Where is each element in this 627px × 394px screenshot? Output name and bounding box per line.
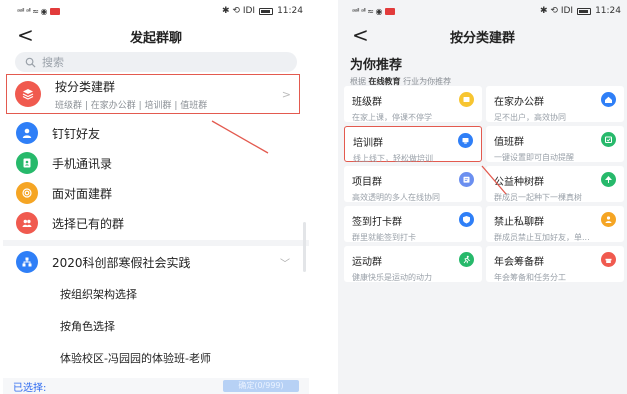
chevron-right-icon: > bbox=[281, 88, 291, 101]
status-right: ✱ ⟲ ⅠDⅠ 11:24 bbox=[540, 6, 621, 16]
group-type-card[interactable]: 值班群一键设置即可自动提醒 bbox=[486, 126, 624, 162]
section-divider bbox=[3, 240, 309, 246]
back-button[interactable]: < bbox=[352, 24, 369, 46]
nav-bar: < 按分类建群 bbox=[338, 22, 627, 50]
tree-icon bbox=[601, 172, 616, 187]
org-label: 2020科创部寒假社会实践 bbox=[52, 255, 191, 270]
group-type-card[interactable]: 运动群健康快乐是运动的动力 bbox=[344, 246, 482, 282]
category-subtitle: 班级群 | 在家办公群 | 培训群 | 值班群 bbox=[55, 100, 208, 111]
org-item[interactable]: 2020科创部寒假社会实践 ﹀ bbox=[6, 248, 300, 276]
category-group-item[interactable]: 按分类建群 班级群 | 在家办公群 | 培训群 | 值班群 > bbox=[6, 74, 300, 114]
card-description: 在家上课，停课不停学 bbox=[352, 113, 432, 122]
battery-icon bbox=[577, 7, 592, 15]
card-description: 高效透明的多人在线协同 bbox=[352, 193, 440, 202]
card-title: 培训群 bbox=[353, 138, 383, 149]
card-description: 群里就能签到打卡 bbox=[352, 233, 416, 242]
class-icon bbox=[459, 92, 474, 107]
status-bar: ᵃᵃˡˡ ᵃˡˡ ≈ ◉ ✱ ⟲ ⅠDⅠ 11:24 bbox=[338, 0, 627, 22]
project-icon bbox=[459, 172, 474, 187]
search-icon bbox=[25, 57, 36, 68]
sub-item-by-role[interactable]: 按角色选择 bbox=[60, 318, 115, 334]
menu-item-dingtalk-friends[interactable]: 钉钉好友 bbox=[6, 118, 300, 148]
status-bar: ᵃᵃˡˡ ᵃˡˡ ≈ ◉ ✱ ⟲ ⅠDⅠ 11:24 bbox=[3, 0, 309, 22]
menu-item-face-to-face[interactable]: 面对面建群 bbox=[6, 178, 300, 208]
group-type-card[interactable]: 项目群高效透明的多人在线协同 bbox=[344, 166, 482, 202]
category-icon bbox=[15, 81, 41, 107]
back-button[interactable]: < bbox=[17, 24, 34, 46]
battery-icon bbox=[259, 7, 274, 15]
confirm-button[interactable]: 确定(0/999) bbox=[223, 380, 299, 392]
right-phone-screen: ᵃᵃˡˡ ᵃˡˡ ≈ ◉ ✱ ⟲ ⅠDⅠ 11:24 < 按分类建群 为你推荐 根… bbox=[338, 0, 627, 394]
card-title: 班级群 bbox=[352, 97, 382, 108]
menu-item-existing-group[interactable]: 选择已有的群 bbox=[6, 208, 300, 238]
group-type-card[interactable]: 年会筹备群年会筹备和任务分工 bbox=[486, 246, 624, 282]
sub-item-org-structure[interactable]: 按组织架构选择 bbox=[60, 286, 137, 302]
page-title: 发起群聊 bbox=[129, 30, 182, 46]
sub-item-experience-class[interactable]: 体验校区-冯园园的体验班-老师 bbox=[60, 350, 211, 366]
card-description: 年会筹备和任务分工 bbox=[494, 273, 566, 282]
search-placeholder: 搜索 bbox=[42, 56, 64, 69]
group-icon bbox=[16, 212, 38, 234]
group-type-card[interactable]: 在家办公群足不出户，高效协同 bbox=[486, 86, 624, 122]
scrollbar[interactable] bbox=[303, 222, 306, 272]
recommendation-header: 为你推荐 根据 在线教育 行业为你推荐 bbox=[338, 50, 627, 87]
home-icon bbox=[601, 92, 616, 107]
notification-badge-icon bbox=[50, 7, 61, 15]
group-type-card[interactable]: 禁止私聊群群成员禁止互加好友，单... bbox=[486, 206, 624, 242]
card-description: 群成员禁止互加好友，单... bbox=[494, 233, 590, 242]
no-chat-icon bbox=[601, 212, 616, 227]
page-title: 按分类建群 bbox=[449, 30, 515, 46]
radar-icon bbox=[16, 182, 38, 204]
card-title: 项目群 bbox=[352, 177, 382, 188]
signal-indicators: ᵃᵃˡˡ ᵃˡˡ ≈ ◉ bbox=[352, 7, 396, 16]
status-right: ✱ ⟲ ⅠDⅠ 11:24 bbox=[222, 6, 303, 16]
nav-bar: < 发起群聊 bbox=[3, 22, 309, 50]
card-title: 公益种树群 bbox=[494, 177, 544, 188]
selected-count: 已选择: bbox=[13, 382, 47, 394]
menu-list: 钉钉好友 手机通讯录 面对面建群 选择已有的群 bbox=[6, 118, 300, 238]
clock: 11:24 bbox=[595, 6, 621, 16]
industry-tag: 在线教育 bbox=[368, 77, 401, 86]
card-description: 一键设置即可自动提醒 bbox=[494, 153, 574, 162]
card-description: 足不出户，高效协同 bbox=[494, 113, 566, 122]
category-title: 按分类建群 bbox=[55, 79, 116, 94]
training-icon bbox=[458, 133, 473, 148]
group-type-card[interactable]: 签到打卡群群里就能签到打卡 bbox=[344, 206, 482, 242]
party-icon bbox=[601, 252, 616, 267]
search-input[interactable]: 搜索 bbox=[15, 52, 297, 72]
card-description: 线上线下，轻松做培训 bbox=[353, 154, 433, 163]
org-icon bbox=[16, 251, 38, 273]
person-icon bbox=[16, 122, 38, 144]
notification-badge-icon bbox=[385, 7, 396, 15]
recommendation-title: 为你推荐 bbox=[350, 58, 403, 73]
phone-book-icon bbox=[16, 152, 38, 174]
menu-item-phone-contacts[interactable]: 手机通讯录 bbox=[6, 148, 300, 178]
sport-icon bbox=[459, 252, 474, 267]
card-title: 签到打卡群 bbox=[352, 217, 402, 228]
checkin-icon bbox=[459, 212, 474, 227]
card-title: 运动群 bbox=[352, 257, 382, 268]
card-description: 健康快乐是运动的动力 bbox=[352, 273, 432, 282]
card-title: 值班群 bbox=[494, 137, 524, 148]
clock: 11:24 bbox=[277, 6, 303, 16]
bottom-bar: 已选择: 确定(0/999) bbox=[3, 378, 309, 394]
card-title: 在家办公群 bbox=[494, 97, 544, 108]
card-title: 禁止私聊群 bbox=[494, 217, 544, 228]
card-description: 群成员一起种下一棵真树 bbox=[494, 193, 582, 202]
group-type-card[interactable]: 培训群线上线下，轻松做培训 bbox=[344, 126, 482, 163]
group-type-card[interactable]: 公益种树群群成员一起种下一棵真树 bbox=[486, 166, 624, 202]
signal-indicators: ᵃᵃˡˡ ᵃˡˡ ≈ ◉ bbox=[17, 7, 61, 16]
card-title: 年会筹备群 bbox=[494, 257, 544, 268]
group-type-card[interactable]: 班级群在家上课，停课不停学 bbox=[344, 86, 482, 122]
duty-icon bbox=[601, 132, 616, 147]
chevron-down-icon[interactable]: ﹀ bbox=[280, 255, 290, 270]
